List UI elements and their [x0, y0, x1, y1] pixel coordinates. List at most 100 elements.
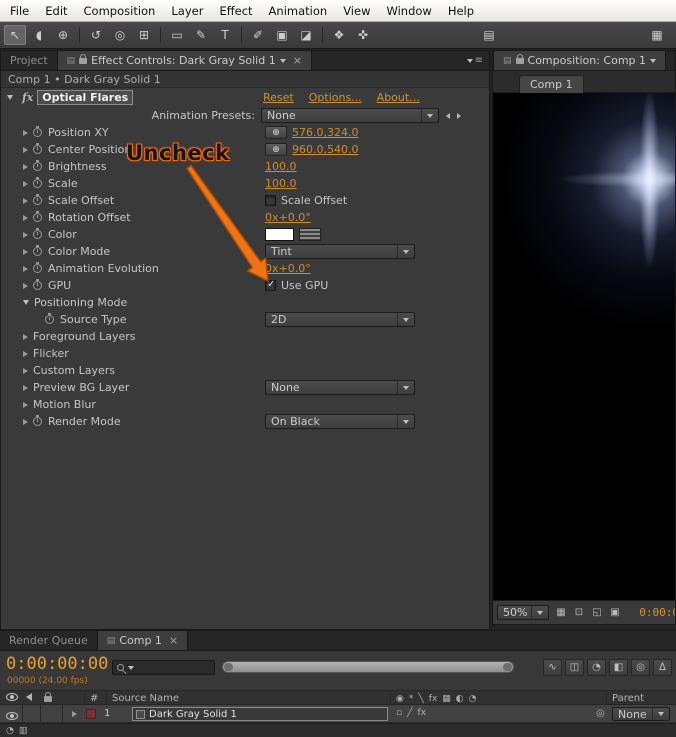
- stopwatch-icon[interactable]: [33, 230, 42, 239]
- property-value[interactable]: 960.0,540.0: [292, 143, 358, 156]
- composition-mini-flowchart-icon[interactable]: ∿: [543, 659, 562, 676]
- stopwatch-icon[interactable]: [33, 417, 42, 426]
- motion-blur-switch-icon[interactable]: ◐: [456, 694, 464, 704]
- stopwatch-icon[interactable]: [33, 264, 42, 273]
- composition-viewport[interactable]: [493, 93, 675, 600]
- color-options-icon[interactable]: [299, 228, 321, 241]
- stopwatch-icon[interactable]: [33, 162, 42, 171]
- tab-menu-arrow-icon[interactable]: [650, 59, 656, 63]
- project-tab[interactable]: Project: [1, 51, 57, 70]
- source-name-column[interactable]: Source Name: [112, 693, 179, 704]
- effect-name[interactable]: Optical Flares: [37, 90, 133, 105]
- close-tab-icon[interactable]: ×: [169, 634, 178, 647]
- menu-view[interactable]: View: [335, 1, 378, 21]
- layer-video-box-icon[interactable]: ▫: [396, 708, 402, 718]
- menu-window[interactable]: Window: [378, 1, 439, 21]
- animation-presets-dropdown[interactable]: None: [261, 108, 439, 123]
- color-swatch[interactable]: [265, 228, 294, 241]
- 3d-switch-icon[interactable]: ◔: [469, 694, 477, 704]
- twirl-down-icon[interactable]: [23, 300, 29, 305]
- stopwatch-icon[interactable]: [33, 281, 42, 290]
- property-dropdown[interactable]: None: [265, 380, 415, 395]
- property-value[interactable]: 100.0: [265, 177, 297, 190]
- draft-3d-icon[interactable]: ◫: [565, 659, 584, 676]
- stopwatch-icon[interactable]: [45, 315, 54, 324]
- reset-link[interactable]: Reset: [263, 91, 294, 104]
- type-tool-icon[interactable]: T: [214, 25, 236, 45]
- menu-composition[interactable]: Composition: [76, 1, 164, 21]
- roto-brush-tool-icon[interactable]: ❖: [328, 25, 350, 45]
- menu-edit[interactable]: Edit: [37, 1, 75, 21]
- layer-switches[interactable]: ▫ ╱ fx: [396, 708, 431, 718]
- pan-behind-tool-icon[interactable]: ⊞: [133, 25, 155, 45]
- brush-tool-icon[interactable]: ✐: [247, 25, 269, 45]
- video-column-icon[interactable]: [6, 693, 18, 701]
- layer-label-color[interactable]: [86, 709, 96, 719]
- twirl-right-icon[interactable]: [23, 181, 28, 187]
- next-preset-icon[interactable]: [457, 113, 461, 119]
- video-switch-icon[interactable]: ◉: [396, 694, 404, 704]
- effect-controls-tab[interactable]: ▤ Effect Controls: Dark Gray Solid 1 ×: [57, 51, 312, 70]
- twirl-right-icon[interactable]: [23, 198, 28, 204]
- twirl-right-icon[interactable]: [23, 385, 28, 391]
- checkbox[interactable]: [265, 195, 276, 206]
- layer-quality-icon[interactable]: ╱: [407, 708, 412, 718]
- workspace-icon[interactable]: ▤: [478, 25, 500, 45]
- render-queue-tab[interactable]: Render Queue: [0, 631, 97, 650]
- twirl-right-icon[interactable]: [23, 232, 28, 238]
- tab-menu-arrow-icon[interactable]: [280, 59, 286, 63]
- clone-stamp-tool-icon[interactable]: ▣: [271, 25, 293, 45]
- effect-point-icon[interactable]: ⊕: [265, 126, 287, 139]
- menu-layer[interactable]: Layer: [163, 1, 211, 21]
- twirl-right-icon[interactable]: [23, 334, 28, 340]
- magnification-dropdown[interactable]: 50%: [497, 605, 549, 620]
- timeline-comp-tab[interactable]: ▤ Comp 1 ×: [97, 631, 188, 650]
- panel-options-icon[interactable]: ▦: [646, 25, 668, 45]
- property-dropdown[interactable]: On Black: [265, 414, 415, 429]
- selection-tool-icon[interactable]: ↖: [4, 25, 26, 45]
- twirl-right-icon[interactable]: [23, 402, 28, 408]
- shape-tool-icon[interactable]: ▭: [166, 25, 188, 45]
- layer-visibility-icon[interactable]: [6, 712, 18, 720]
- layer-name-field[interactable]: Dark Gray Solid 1: [132, 707, 388, 721]
- region-of-interest-icon[interactable]: ◱: [589, 605, 605, 621]
- parent-dropdown[interactable]: None: [612, 707, 670, 721]
- stopwatch-icon[interactable]: [33, 145, 42, 154]
- options-link[interactable]: Options...: [309, 91, 362, 104]
- layer-fx-icon[interactable]: fx: [418, 708, 427, 718]
- checkbox[interactable]: [265, 280, 276, 291]
- menu-file[interactable]: File: [2, 1, 37, 21]
- grid-and-guides-icon[interactable]: ▦: [553, 605, 569, 621]
- frame-blending-icon[interactable]: ◧: [609, 659, 628, 676]
- twirl-right-icon[interactable]: [23, 130, 28, 136]
- previous-preset-icon[interactable]: [446, 113, 450, 119]
- transparency-grid-icon[interactable]: ▣: [607, 605, 623, 621]
- lock-icon[interactable]: [79, 58, 87, 64]
- panel-menu-icon[interactable]: ≡: [467, 51, 489, 70]
- property-value[interactable]: 100.0: [265, 160, 297, 173]
- layer-number-column[interactable]: #: [90, 693, 98, 704]
- quality-switch-icon[interactable]: ╲: [418, 694, 423, 704]
- comp-nav-button[interactable]: Comp 1: [519, 75, 584, 93]
- property-value[interactable]: 0x+0.0°: [265, 262, 311, 275]
- menu-animation[interactable]: Animation: [261, 1, 336, 21]
- property-value[interactable]: 0x+0.0°: [265, 211, 311, 224]
- current-time-display[interactable]: 0:00:0: [639, 606, 675, 619]
- toggle-switches-modes-icon[interactable]: ▥: [19, 726, 28, 736]
- solo-switch-icon[interactable]: *: [409, 694, 414, 704]
- twirl-right-icon[interactable]: [23, 249, 28, 255]
- twirl-right-icon[interactable]: [23, 164, 28, 170]
- eraser-tool-icon[interactable]: ◪: [295, 25, 317, 45]
- mask-visibility-icon[interactable]: ⊡: [571, 605, 587, 621]
- parent-pickwhip-icon[interactable]: ◎: [596, 708, 605, 719]
- timeline-search-input[interactable]: [112, 660, 215, 675]
- stopwatch-icon[interactable]: [33, 213, 42, 222]
- hand-tool-icon[interactable]: ◖: [28, 25, 50, 45]
- property-dropdown[interactable]: 2D: [265, 312, 415, 327]
- fx-switch-icon[interactable]: fx: [429, 694, 438, 704]
- property-value[interactable]: 576.0,324.0: [292, 126, 358, 139]
- expand-columns-icon[interactable]: ◔: [6, 726, 14, 736]
- stopwatch-icon[interactable]: [33, 179, 42, 188]
- stopwatch-icon[interactable]: [33, 196, 42, 205]
- zoom-tool-icon[interactable]: ⊕: [52, 25, 74, 45]
